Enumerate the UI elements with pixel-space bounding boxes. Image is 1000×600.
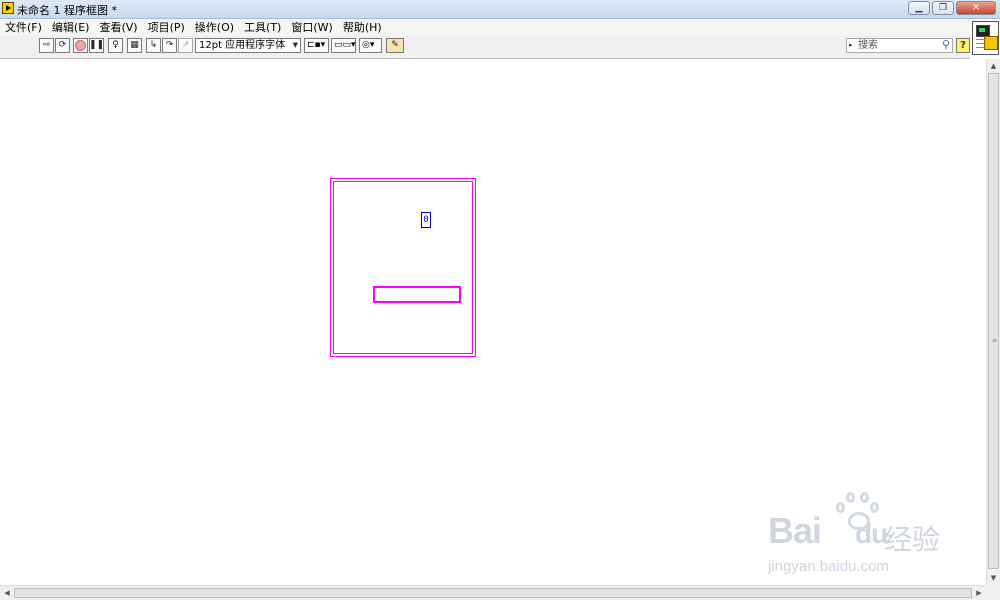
chevron-down-icon: ▼ [292, 41, 298, 49]
string-constant[interactable] [373, 286, 461, 303]
horizontal-scroll-thumb[interactable] [14, 588, 972, 598]
scroll-right-icon[interactable]: ▶ [972, 586, 986, 600]
menu-operate[interactable]: 操作(O) [190, 19, 239, 36]
search-icon[interactable]: ⚲ [942, 38, 950, 51]
step-over-icon[interactable]: ↷ [162, 38, 177, 53]
reorder-icon[interactable]: ◎▾ [359, 38, 382, 53]
for-loop-inner-border [333, 181, 473, 354]
scroll-left-icon[interactable]: ◀ [0, 586, 14, 600]
scroll-up-icon[interactable]: ▲ [987, 59, 1000, 73]
pause-icon[interactable]: ❚❚ [89, 38, 104, 53]
menu-view[interactable]: 查看(V) [94, 19, 142, 36]
highlight-execution-icon[interactable]: ♀ [108, 38, 123, 53]
vi-tag-graphic [984, 36, 998, 50]
watermark-url: jingyan.baidu.com [768, 558, 889, 575]
horizontal-scrollbar[interactable]: ◀ ▶ [0, 585, 986, 600]
menu-window[interactable]: 窗口(W) [286, 19, 337, 36]
step-into-icon[interactable]: ↳ [146, 38, 161, 53]
watermark-brand-tail: du [855, 518, 888, 549]
vertical-scroll-thumb[interactable]: ≡ [988, 73, 999, 569]
menu-file[interactable]: 文件(F) [0, 19, 47, 36]
vi-line [976, 39, 986, 40]
maximize-icon[interactable]: ❐ [932, 1, 954, 15]
align-objects-icon[interactable]: ⊏▪▾ [304, 38, 329, 53]
labview-app-icon[interactable] [2, 2, 14, 14]
menu-edit[interactable]: 编辑(E) [47, 19, 95, 36]
chevron-right-icon: ▸ [849, 41, 853, 49]
minimize-icon[interactable]: ▁ [908, 1, 930, 15]
paw-toe [846, 492, 855, 503]
scroll-down-icon[interactable]: ▼ [987, 571, 1000, 585]
title-bar: 未命名 1 程序框图 * ▁ ❐ ✕ [0, 0, 1000, 19]
retain-wire-values-icon[interactable]: ▦ [127, 38, 142, 53]
vi-line [976, 43, 986, 44]
menu-help[interactable]: 帮助(H) [338, 19, 387, 36]
menu-project[interactable]: 项目(P) [143, 19, 190, 36]
run-continuously-icon[interactable]: ⟳ [55, 38, 70, 53]
font-selected-value: 12pt 应用程序字体 [199, 40, 286, 51]
clean-up-diagram-icon[interactable]: ✎ [386, 38, 404, 53]
close-icon[interactable]: ✕ [956, 1, 996, 15]
menu-bar: 文件(F) 编辑(E) 查看(V) 项目(P) 操作(O) 工具(T) 窗口(W… [0, 19, 970, 36]
window-controls: ▁ ❐ ✕ [908, 1, 996, 15]
vi-line [976, 47, 986, 48]
menu-tools[interactable]: 工具(T) [239, 19, 286, 36]
run-icon[interactable]: ⇨ [39, 38, 54, 53]
window-title: 未命名 1 程序框图 * [17, 4, 117, 17]
numeric-constant[interactable]: 0 [421, 212, 431, 228]
context-help-icon[interactable]: ? [956, 38, 970, 53]
baidu-jingyan-watermark: Bai du 经验 jingyan.baidu.com [768, 492, 948, 582]
watermark-brand-head: Bai [768, 510, 822, 551]
step-out-icon[interactable]: ↗ [178, 38, 193, 53]
search-placeholder: 搜索 [858, 40, 878, 51]
abort-icon[interactable] [73, 38, 88, 53]
distribute-objects-icon[interactable]: ▭▭▾ [331, 38, 356, 53]
watermark-brand-cn: 经验 [884, 523, 941, 556]
paw-toe [860, 492, 869, 503]
text-settings-dropdown[interactable]: 12pt 应用程序字体 ▼ [195, 38, 301, 53]
scrollbar-corner [986, 585, 1000, 600]
vi-icon[interactable] [972, 21, 999, 55]
toolbar: ⇨ ⟳ ❚❚ ♀ ▦ ↳ ↷ ↗ 12pt 应用程序字体 ▼ ⊏▪▾ ▭▭▾ ◎… [0, 36, 970, 59]
vertical-scrollbar[interactable]: ▲ ≡ ▼ [986, 59, 1000, 585]
search-input[interactable]: ▸ 搜索 ⚲ [846, 38, 953, 53]
watermark-brand: Bai du [768, 510, 888, 552]
scroll-grip-icon: ≡ [992, 337, 998, 344]
